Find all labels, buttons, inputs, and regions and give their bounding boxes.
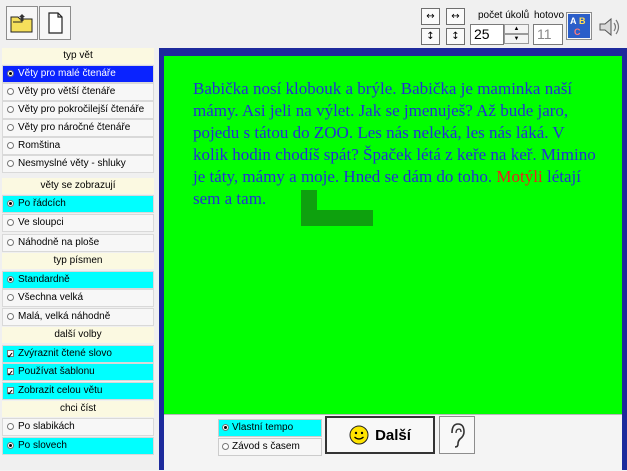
option-label: Nesmyslné věty - shluky bbox=[18, 158, 126, 169]
folder-icon bbox=[10, 14, 33, 33]
option-vety-pokrocilejsi[interactable]: Věty pro pokročilejší čtenáře bbox=[2, 101, 154, 119]
abc-spelling-icon: A B C bbox=[568, 14, 590, 38]
spelling-button[interactable]: A B C bbox=[566, 12, 592, 40]
sound-button[interactable] bbox=[597, 15, 623, 39]
option-label: Standardně bbox=[18, 274, 70, 285]
option-po-slovech[interactable]: Po slovech bbox=[2, 437, 154, 455]
option-label: Zobrazit celou větu bbox=[18, 385, 103, 396]
radio-icon bbox=[7, 160, 14, 167]
svg-text:B: B bbox=[579, 16, 586, 26]
radio-icon bbox=[7, 442, 14, 449]
option-vety-vetsi[interactable]: Věty pro větší čtenáře bbox=[2, 83, 154, 101]
option-zvyraznit-slovo[interactable]: Zvýraznit čtené slovo bbox=[2, 345, 154, 364]
option-label: Náhodně na ploše bbox=[18, 237, 100, 248]
open-folder-button[interactable] bbox=[6, 6, 38, 40]
hotovo-field: 11 bbox=[533, 24, 563, 45]
pocet-up-button[interactable]: ▲ bbox=[504, 24, 529, 34]
option-mala-velka[interactable]: Malá, velká náhodně bbox=[2, 308, 154, 326]
option-vety-male[interactable]: Věty pro malé čtenáře bbox=[2, 65, 154, 83]
option-nesmyslne[interactable]: Nesmyslné věty - shluky bbox=[2, 155, 154, 173]
radio-icon bbox=[222, 443, 229, 450]
option-romstina[interactable]: Romština bbox=[2, 137, 154, 155]
header-volby: další volby bbox=[2, 327, 154, 343]
option-zobrazit-celou-vetu[interactable]: Zobrazit celou větu bbox=[2, 382, 154, 401]
radio-icon bbox=[222, 424, 229, 431]
radio-icon bbox=[7, 219, 14, 226]
speaker-icon bbox=[599, 17, 620, 37]
radio-icon bbox=[7, 294, 14, 301]
header-zobrazeni: věty se zobrazují bbox=[2, 178, 154, 194]
new-document-button[interactable] bbox=[39, 6, 71, 40]
option-label: Po řádcích bbox=[18, 198, 66, 209]
checkbox-icon bbox=[7, 385, 14, 401]
header-cist: chci číst bbox=[2, 401, 154, 417]
radio-icon bbox=[7, 200, 14, 207]
arrow-up-down-button-1[interactable]: ↕ bbox=[421, 28, 440, 45]
arrow-up-down-button-2[interactable]: ↕ bbox=[446, 28, 465, 45]
radio-icon bbox=[7, 124, 14, 131]
radio-icon bbox=[7, 423, 14, 430]
radio-icon bbox=[7, 70, 14, 77]
option-standardne[interactable]: Standardně bbox=[2, 271, 154, 289]
header-typ-vet: typ vět bbox=[2, 48, 154, 64]
option-label: Zvýraznit čtené slovo bbox=[18, 348, 112, 359]
option-label: Věty pro malé čtenáře bbox=[18, 68, 116, 79]
arrow-left-right-button-2[interactable]: ↔ bbox=[446, 8, 465, 25]
option-label: Všechna velká bbox=[18, 292, 84, 303]
pocet-ukolu-label: počet úkolů bbox=[478, 10, 530, 21]
option-label: Po slovech bbox=[18, 440, 67, 451]
option-label: Používat šablonu bbox=[18, 366, 95, 377]
radio-icon bbox=[7, 239, 14, 246]
listen-button[interactable] bbox=[439, 416, 475, 454]
toolbar: ↔ ↔ ↕ ↕ počet úkolů 25 ▲ ▼ hotovo 11 A B… bbox=[0, 0, 627, 49]
option-pouzivat-sablonu[interactable]: Používat šablonu bbox=[2, 363, 154, 382]
option-vety-narocne[interactable]: Věty pro náročné čtenáře bbox=[2, 119, 154, 137]
radio-icon bbox=[7, 142, 14, 149]
new-document-icon bbox=[48, 12, 63, 34]
option-label: Malá, velká náhodně bbox=[18, 311, 111, 322]
radio-icon bbox=[7, 276, 14, 283]
arrow-left-right-button-1[interactable]: ↔ bbox=[421, 8, 440, 25]
reading-text: Babička nosí klobouk a brýle. Babička je… bbox=[193, 78, 603, 210]
option-po-slabikach[interactable]: Po slabikách bbox=[2, 418, 154, 436]
svg-text:A: A bbox=[570, 16, 577, 26]
mode-vlastni-tempo[interactable]: Vlastní tempo bbox=[218, 419, 322, 437]
next-button[interactable]: Další bbox=[325, 416, 435, 454]
radio-icon bbox=[7, 106, 14, 113]
checkbox-icon bbox=[7, 366, 14, 382]
mode-label: Závod s časem bbox=[232, 441, 300, 452]
checkbox-icon bbox=[7, 348, 14, 364]
option-label: Věty pro větší čtenáře bbox=[18, 86, 116, 97]
option-label: Věty pro pokročilejší čtenáře bbox=[18, 104, 145, 115]
pocet-ukolu-input[interactable]: 25 bbox=[470, 24, 504, 45]
radio-icon bbox=[7, 88, 14, 95]
reading-area: Babička nosí klobouk a brýle. Babička je… bbox=[164, 56, 622, 414]
option-nahodne-na-plose[interactable]: Náhodně na ploše bbox=[2, 234, 154, 252]
option-label: Romština bbox=[18, 140, 61, 151]
option-po-radcich[interactable]: Po řádcích bbox=[2, 195, 154, 213]
settings-sidebar: typ vět Věty pro malé čtenáře Věty pro v… bbox=[0, 48, 159, 470]
ear-icon bbox=[451, 423, 465, 448]
mode-zavod-s-casem[interactable]: Závod s časem bbox=[218, 438, 322, 456]
option-label: Po slabikách bbox=[18, 421, 75, 432]
reading-template-shade bbox=[301, 210, 373, 226]
svg-text:C: C bbox=[574, 27, 581, 37]
highlighted-word: Motýli bbox=[496, 167, 543, 186]
option-label: Ve sloupci bbox=[18, 217, 64, 228]
next-label: Další bbox=[375, 426, 411, 444]
smiley-icon bbox=[349, 425, 369, 445]
pocet-down-button[interactable]: ▼ bbox=[504, 34, 529, 44]
option-label: Věty pro náročné čtenáře bbox=[18, 122, 131, 133]
header-pismena: typ písmen bbox=[2, 253, 154, 269]
hotovo-label: hotovo bbox=[534, 10, 565, 21]
mode-label: Vlastní tempo bbox=[232, 422, 294, 433]
bottom-controls: Vlastní tempo Závod s časem Další bbox=[164, 414, 622, 471]
option-vsechna-velka[interactable]: Všechna velká bbox=[2, 289, 154, 307]
radio-icon bbox=[7, 313, 14, 320]
option-ve-sloupci[interactable]: Ve sloupci bbox=[2, 214, 154, 232]
